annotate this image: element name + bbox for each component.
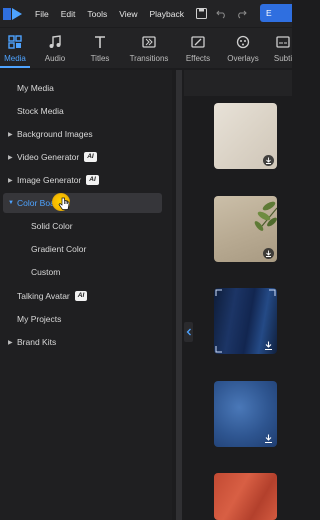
sidebar-item-solid-color[interactable]: Solid Color bbox=[0, 216, 162, 236]
menu-bar: File Edit Tools View Playback E bbox=[0, 0, 292, 27]
sidebar-item-label: My Media bbox=[17, 83, 54, 93]
room-tab-bar: Media Audio Titles Transitions Effects O… bbox=[0, 28, 292, 68]
tab-label: Overlays bbox=[227, 54, 259, 63]
tab-label: Titles bbox=[90, 54, 110, 63]
menu-file[interactable]: File bbox=[35, 9, 49, 19]
tab-effects[interactable]: Effects bbox=[178, 28, 218, 68]
download-icon[interactable] bbox=[263, 248, 274, 259]
menu-view[interactable]: View bbox=[119, 9, 137, 19]
tab-label: Audio bbox=[44, 54, 66, 63]
sidebar-item-label: Image Generator bbox=[17, 175, 82, 185]
overlays-icon bbox=[235, 34, 251, 50]
export-button[interactable]: E bbox=[260, 4, 292, 22]
tab-subtitles[interactable]: Subti bbox=[268, 28, 298, 68]
media-thumbnail[interactable] bbox=[214, 288, 277, 354]
tab-titles[interactable]: Titles bbox=[80, 28, 120, 68]
tab-label: Transitions bbox=[129, 54, 169, 63]
tab-label: Effects bbox=[185, 54, 211, 63]
transitions-icon bbox=[141, 34, 157, 50]
collapse-arrow-icon[interactable]: ▼ bbox=[8, 200, 17, 206]
sidebar-item-label: Video Generator bbox=[17, 152, 80, 162]
sidebar-item-video-generator[interactable]: ▶ Video Generator AI bbox=[0, 147, 162, 167]
sidebar-scrollbar[interactable] bbox=[176, 70, 182, 520]
sidebar-item-brand-kits[interactable]: ▶ Brand Kits bbox=[0, 332, 162, 352]
hand-cursor-icon bbox=[58, 197, 70, 211]
sidebar-item-image-generator[interactable]: ▶ Image Generator AI bbox=[0, 170, 162, 190]
menu-tools[interactable]: Tools bbox=[87, 9, 107, 19]
chevron-left-icon bbox=[186, 328, 191, 336]
expand-arrow-icon[interactable]: ▶ bbox=[8, 154, 17, 161]
expand-arrow-icon[interactable]: ▶ bbox=[8, 131, 17, 138]
sidebar-item-stock-media[interactable]: Stock Media bbox=[0, 101, 162, 121]
sidebar-item-custom[interactable]: Custom bbox=[0, 262, 162, 282]
subtitles-icon bbox=[275, 34, 291, 50]
sidebar-item-gradient-color[interactable]: Gradient Color bbox=[0, 239, 162, 259]
sidebar-item-color-boards[interactable]: ▼ Color Boa bbox=[3, 193, 162, 213]
menu-edit[interactable]: Edit bbox=[61, 9, 76, 19]
app-logo-icon bbox=[2, 5, 24, 23]
tab-overlays[interactable]: Overlays bbox=[218, 28, 268, 68]
tab-audio[interactable]: Audio bbox=[30, 28, 80, 68]
sidebar-item-label: My Projects bbox=[17, 314, 62, 324]
sidebar-item-label: Stock Media bbox=[17, 106, 64, 116]
download-icon[interactable] bbox=[262, 339, 274, 351]
sidebar-item-background-images[interactable]: ▶ Background Images bbox=[0, 124, 162, 144]
effects-icon bbox=[190, 34, 206, 50]
sidebar-item-talking-avatar[interactable]: Talking Avatar AI bbox=[0, 286, 162, 306]
tab-label: Subti bbox=[273, 54, 293, 63]
sidebar-item-my-projects[interactable]: My Projects bbox=[0, 309, 162, 329]
media-icon bbox=[7, 34, 23, 50]
download-icon[interactable] bbox=[262, 432, 274, 444]
collapse-sidebar-button[interactable] bbox=[184, 322, 193, 342]
sidebar-item-label: Color Boa bbox=[17, 198, 55, 208]
sidebar-item-label: Solid Color bbox=[31, 221, 73, 231]
download-icon[interactable] bbox=[263, 155, 274, 166]
media-thumbnail[interactable] bbox=[214, 381, 277, 447]
sidebar-item-label: Background Images bbox=[17, 129, 93, 139]
tab-label: Media bbox=[4, 54, 26, 63]
sidebar-item-label: Talking Avatar bbox=[17, 291, 70, 301]
media-thumbnail[interactable] bbox=[214, 103, 277, 169]
media-thumbnail[interactable] bbox=[214, 196, 277, 262]
sidebar-scrollbar-thumb[interactable] bbox=[176, 70, 182, 520]
ai-badge: AI bbox=[74, 291, 88, 301]
sidebar-item-label: Brand Kits bbox=[17, 337, 57, 347]
library-top-bar bbox=[184, 70, 292, 96]
tab-media[interactable]: Media bbox=[0, 28, 30, 68]
sidebar-item-my-media[interactable]: My Media bbox=[0, 78, 162, 98]
sidebar-item-label: Custom bbox=[31, 267, 61, 277]
undo-icon[interactable] bbox=[216, 8, 228, 20]
save-icon[interactable] bbox=[196, 8, 208, 20]
sidebar-item-label: Gradient Color bbox=[31, 244, 87, 254]
expand-arrow-icon[interactable]: ▶ bbox=[8, 339, 17, 346]
ai-badge: AI bbox=[84, 152, 97, 162]
music-note-icon bbox=[47, 34, 63, 50]
ai-badge: AI bbox=[86, 175, 99, 185]
redo-icon[interactable] bbox=[236, 8, 248, 20]
expand-arrow-icon[interactable]: ▶ bbox=[8, 177, 17, 184]
tab-transitions[interactable]: Transitions bbox=[120, 28, 178, 68]
text-t-icon bbox=[92, 34, 108, 50]
media-thumbnail[interactable] bbox=[214, 473, 277, 520]
menu-playback[interactable]: Playback bbox=[149, 9, 184, 19]
